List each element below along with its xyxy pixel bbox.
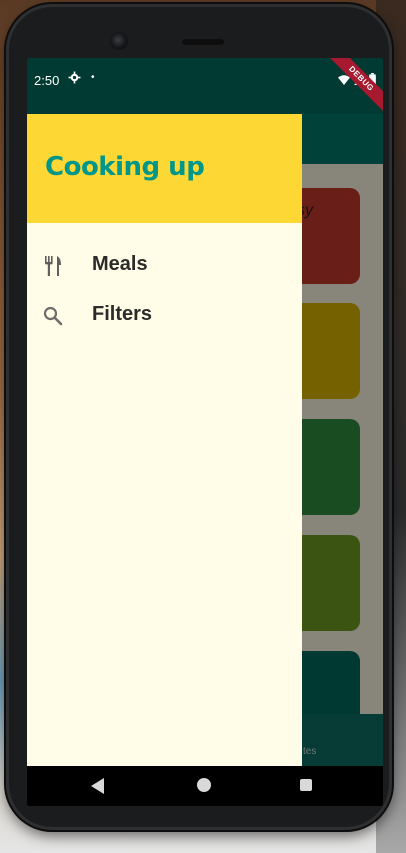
search-icon	[41, 304, 65, 328]
back-triangle-icon[interactable]	[91, 778, 105, 799]
drawer-item-meals[interactable]: Meals	[27, 242, 302, 290]
navigation-drawer: Cooking up Meals Filters	[27, 114, 302, 766]
phone-frame: 2:50 • DEBUG sy tes Cooking up Meals Fil…	[6, 4, 392, 830]
notification-dot: •	[91, 72, 95, 83]
restaurant-icon	[41, 254, 65, 278]
drawer-item-filters[interactable]: Filters	[27, 292, 302, 340]
front-camera	[110, 32, 128, 50]
system-navigation-bar	[27, 766, 383, 806]
status-bar: 2:50 • DEBUG	[27, 58, 383, 114]
earpiece-speaker	[182, 39, 224, 45]
drawer-title: Cooking up	[45, 152, 205, 182]
drawer-item-label-meals: Meals	[92, 253, 148, 275]
drawer-header: Cooking up	[27, 114, 302, 223]
gear-icon	[68, 71, 81, 87]
home-circle-icon[interactable]	[197, 778, 211, 792]
device-screen: 2:50 • DEBUG sy tes Cooking up Meals Fil…	[27, 58, 383, 806]
recents-square-icon[interactable]	[300, 779, 312, 791]
status-time: 2:50	[34, 73, 60, 88]
drawer-item-label-filters: Filters	[92, 303, 153, 325]
